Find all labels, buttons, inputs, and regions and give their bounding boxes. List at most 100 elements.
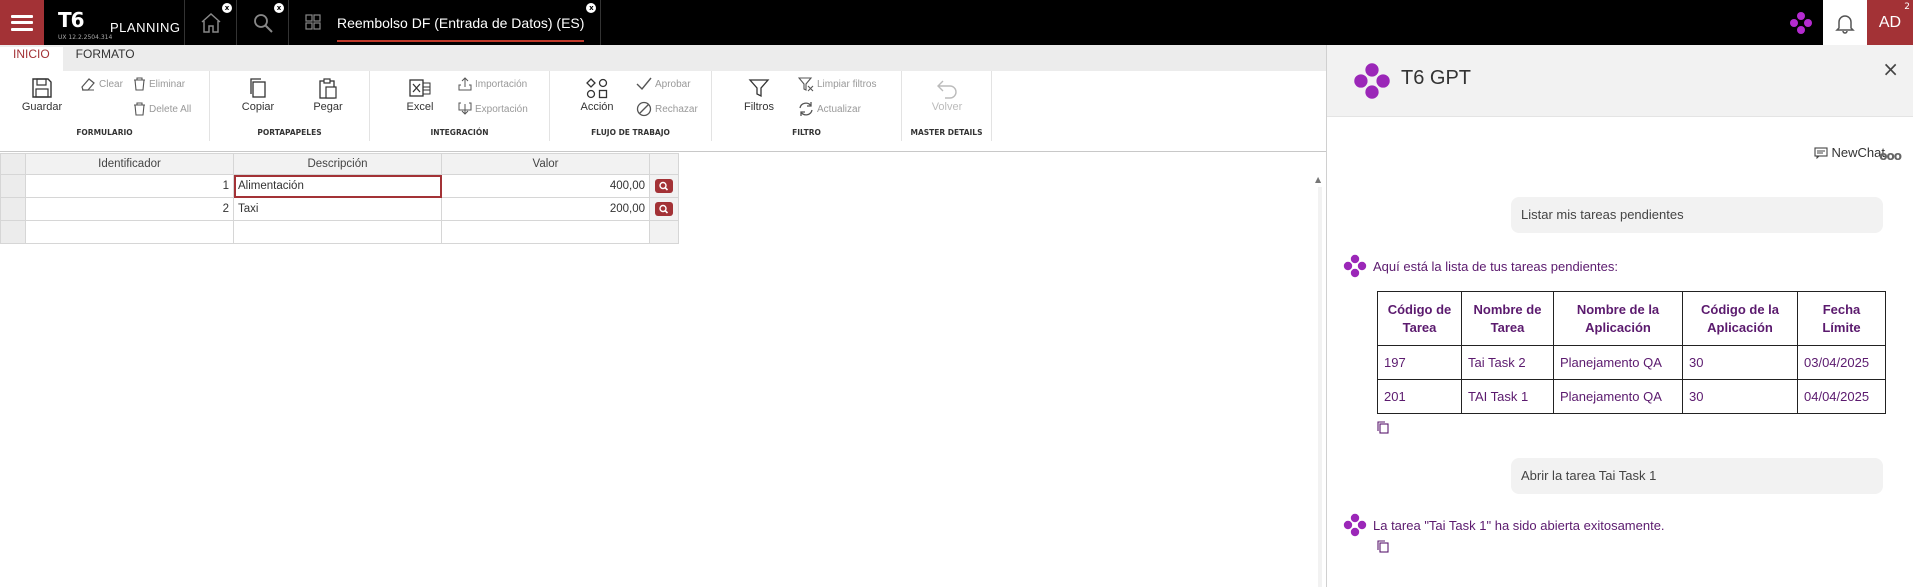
close-icon[interactable]: × xyxy=(1882,57,1899,81)
more-options-icon[interactable]: ooo xyxy=(1879,149,1902,163)
col-codigo-aplicacion: Código de la Aplicación xyxy=(1682,291,1798,346)
home-icon xyxy=(201,12,220,33)
tab-reembolso[interactable]: Reembolso DF (Entrada de Datos) (ES) x xyxy=(288,0,602,45)
cell-valor-empty[interactable] xyxy=(441,220,650,244)
group-label-master: MASTER DETAILS xyxy=(910,128,983,137)
cell-codigo-tarea: 197 xyxy=(1377,345,1462,380)
table-row: 201 TAI Task 1 Planejamento QA 30 04/04/… xyxy=(1377,379,1886,414)
col-identificador[interactable]: Identificador xyxy=(25,153,234,175)
col-descripcion[interactable]: Descripción xyxy=(233,153,442,175)
aprobar-button[interactable]: Aprobar xyxy=(636,76,691,92)
row-header[interactable] xyxy=(0,220,26,244)
row-header[interactable] xyxy=(0,174,26,198)
bell-icon xyxy=(1835,14,1855,34)
cell-nombre-aplicacion: Planejamento QA xyxy=(1553,345,1683,380)
volver-button[interactable]: Volver xyxy=(920,77,974,113)
new-chat-button[interactable]: NewChat xyxy=(1813,145,1885,160)
row-header-corner xyxy=(0,153,26,175)
gpt-title: T6 GPT xyxy=(1401,67,1472,89)
gpt-header: T6 GPT × xyxy=(1327,45,1913,117)
import-icon xyxy=(458,77,472,91)
new-chat-label: NewChat xyxy=(1831,145,1885,160)
table-row: 1 Alimentación 400,00 xyxy=(0,174,679,198)
pegar-button[interactable]: Pegar xyxy=(301,77,355,113)
cell-lookup xyxy=(649,197,679,221)
refresh-icon xyxy=(799,102,813,116)
main-menu-button[interactable] xyxy=(0,0,44,45)
home-tab[interactable]: x xyxy=(184,0,236,45)
group-flujo-trabajo: Acción Aprobar Rechazar FLUJO DE TRABAJO xyxy=(550,71,712,141)
accion-button[interactable]: Acción xyxy=(570,77,624,113)
app-logo[interactable]: T6 PLANNING UX 12.2.2504.314 xyxy=(44,0,184,45)
guardar-button[interactable]: Guardar xyxy=(15,77,69,113)
close-active-tab-icon[interactable]: x xyxy=(586,3,597,13)
row-header[interactable] xyxy=(0,197,26,221)
cell-codigo-aplicacion: 30 xyxy=(1682,345,1798,380)
close-search-tab-icon[interactable]: x xyxy=(274,3,284,13)
notifications-button[interactable] xyxy=(1823,0,1867,45)
table-row: 197 Tai Task 2 Planejamento QA 30 03/04/… xyxy=(1377,345,1886,380)
tab-inicio[interactable]: INICIO xyxy=(0,47,63,71)
cell-identificador[interactable]: 1 xyxy=(25,174,234,198)
workflow-icon xyxy=(586,78,608,99)
copy-icon xyxy=(250,78,266,98)
group-integracion: Excel Importación Exportación INTEGRACIÓ… xyxy=(370,71,550,141)
tab-formato[interactable]: FORMATO xyxy=(63,47,148,71)
guardar-label: Guardar xyxy=(21,101,63,113)
cell-descripcion-empty[interactable] xyxy=(233,220,442,244)
rechazar-button[interactable]: Rechazar xyxy=(636,101,698,117)
rechazar-label: Rechazar xyxy=(655,103,698,115)
cell-lookup-empty xyxy=(649,220,679,244)
eliminar-button[interactable]: Eliminar xyxy=(133,76,185,92)
clear-button[interactable]: Clear xyxy=(80,76,123,92)
trash-icon xyxy=(134,77,145,91)
user-initials: AD xyxy=(1878,13,1902,31)
vertical-scrollbar[interactable] xyxy=(1318,187,1322,587)
limpiar-filtros-button[interactable]: Limpiar filtros xyxy=(798,76,876,92)
ribbon-toolbar: Guardar Clear Eliminar Delete All FORMUL… xyxy=(0,71,1326,152)
delete-all-button[interactable]: Delete All xyxy=(133,101,191,117)
col-nombre-aplicacion: Nombre de la Aplicación xyxy=(1553,291,1683,346)
excel-button[interactable]: Excel xyxy=(393,77,447,113)
cell-valor[interactable]: 400,00 xyxy=(441,174,650,198)
user-avatar[interactable]: AD 2 xyxy=(1867,0,1913,45)
cell-descripcion[interactable]: Taxi xyxy=(233,197,442,221)
top-bar: T6 PLANNING UX 12.2.2504.314 x x Reembol… xyxy=(0,0,1913,45)
bot-avatar-icon xyxy=(1343,254,1367,278)
bot-message: Aquí está la lista de tus tareas pendien… xyxy=(1343,254,1618,278)
clear-label: Clear xyxy=(99,78,123,90)
group-label-flujo: FLUJO DE TRABAJO xyxy=(591,128,670,137)
actualizar-button[interactable]: Actualizar xyxy=(798,101,861,117)
group-label-formulario: FORMULARIO xyxy=(76,128,133,137)
cell-identificador-empty[interactable] xyxy=(25,220,234,244)
group-label-portapapeles: PORTAPAPELES xyxy=(257,128,322,137)
bot-message-text: Aquí está la lista de tus tareas pendien… xyxy=(1373,258,1618,274)
hamburger-icon xyxy=(11,14,33,31)
filtros-label: Filtros xyxy=(744,101,774,113)
col-valor[interactable]: Valor xyxy=(441,153,650,175)
search-tab[interactable]: x xyxy=(236,0,288,45)
aprobar-label: Aprobar xyxy=(655,78,691,90)
lookup-button[interactable] xyxy=(655,202,673,216)
importacion-button[interactable]: Importación xyxy=(458,76,527,92)
filtros-button[interactable]: Filtros xyxy=(732,77,786,113)
cell-valor[interactable]: 200,00 xyxy=(441,197,650,221)
cell-identificador[interactable]: 2 xyxy=(25,197,234,221)
copiar-button[interactable]: Copiar xyxy=(231,77,285,113)
copy-icon[interactable] xyxy=(1377,540,1389,553)
tasks-header-row: Código de Tarea Nombre de Tarea Nombre d… xyxy=(1377,291,1886,346)
filter-icon xyxy=(748,79,770,98)
gpt-logo-icon xyxy=(1354,63,1390,99)
importacion-label: Importación xyxy=(475,78,528,90)
eliminar-label: Eliminar xyxy=(149,78,186,90)
lookup-button[interactable] xyxy=(655,179,673,193)
scroll-up-arrow-icon[interactable]: ▲ xyxy=(1315,175,1325,185)
bot-message-text: La tarea "Tai Task 1" ha sido abierta ex… xyxy=(1373,517,1665,533)
logo-word: PLANNING xyxy=(110,20,181,35)
copy-icon[interactable] xyxy=(1377,421,1389,434)
gpt-toggle-button[interactable] xyxy=(1779,0,1823,45)
exportacion-button[interactable]: Exportación xyxy=(458,101,528,117)
col-nombre-tarea: Nombre de Tarea xyxy=(1461,291,1554,346)
close-home-tab-icon[interactable]: x xyxy=(222,3,232,13)
cell-descripcion-selected[interactable]: Alimentación xyxy=(233,174,442,198)
